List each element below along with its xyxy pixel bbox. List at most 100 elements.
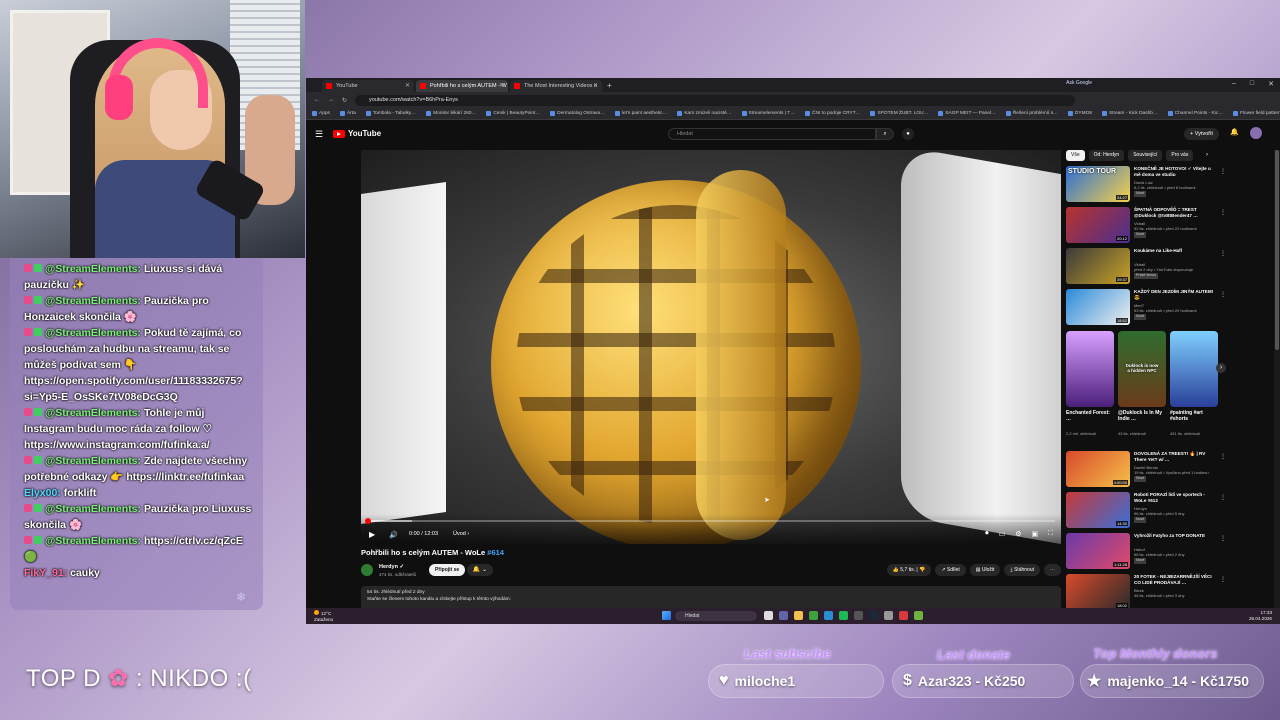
video-player[interactable]: ▶ 🔊 0:00 / 12:03 Úvod › ⏺ ▭ ⚙ ▣ ⛶ <box>361 150 1061 544</box>
chat-username[interactable]: Elyx00: <box>24 487 61 499</box>
back-icon[interactable]: ← <box>314 97 320 103</box>
teams-icon[interactable] <box>779 611 788 620</box>
short-thumbnail[interactable] <box>1066 331 1114 407</box>
video-thumbnail[interactable]: 18:02 <box>1066 574 1130 610</box>
edge-icon[interactable] <box>824 611 833 620</box>
video-thumbnail[interactable]: 20:12 <box>1066 207 1130 243</box>
subtitles-icon[interactable]: ▭ <box>999 530 1006 538</box>
browser-tab[interactable]: YouTube ✕ <box>322 80 414 92</box>
search-icon[interactable]: ⌕ <box>876 128 894 140</box>
bookmark-item[interactable]: DYMO8 <box>1067 111 1092 116</box>
chapter-button[interactable]: Úvod › <box>453 531 469 537</box>
play-icon[interactable]: ▶ <box>369 530 375 539</box>
recommended-video[interactable]: 14:30 Roboti PORAZÍ lidi ve sportech - Wo… <box>1066 490 1226 531</box>
scrollbar[interactable] <box>1274 150 1280 620</box>
reload-icon[interactable]: ↻ <box>342 97 347 104</box>
more-options-icon[interactable]: ⋮ <box>1220 453 1226 460</box>
bookmark-item[interactable]: let's paint aesthetic… <box>614 111 667 116</box>
menu-icon[interactable]: ☰ <box>315 129 323 140</box>
url-field[interactable]: youtube.com/watch?v=B6hPra-Enys <box>355 94 1076 106</box>
create-button[interactable]: + Vytvořit <box>1184 128 1219 140</box>
more-options-icon[interactable]: ⋮ <box>1220 535 1226 542</box>
subscribed-bell-button[interactable]: 🔔 ⌄ <box>467 564 493 576</box>
chrome-icon[interactable] <box>809 611 818 620</box>
steam-icon[interactable] <box>869 611 878 620</box>
tab-close-icon[interactable]: ✕ <box>593 80 598 92</box>
bookmark-item[interactable]: Stream - Kick Dashb… <box>1101 111 1158 116</box>
short-title[interactable]: Enchanted Forest: … <box>1066 410 1114 422</box>
video-title[interactable]: ŠPATNÁ ODPOVĚĎ = TREST @Duklock @tvBtBen… <box>1134 207 1218 219</box>
bookmark-item[interactable]: Channel Points - Kic… <box>1167 111 1223 116</box>
short-title[interactable]: #painting #art #shorts <box>1170 410 1218 422</box>
video-title[interactable]: DOVOLENÁ ZA TREEST! 🔥 | RV There Yet? w/… <box>1134 451 1218 463</box>
youtube-logo[interactable]: YouTube <box>333 129 381 138</box>
bookmark-item[interactable]: ČNI to podoje CRYT… <box>805 111 860 116</box>
bookmark-item[interactable]: SAGP MEIT — Panel… <box>938 111 996 116</box>
minimize-icon[interactable]: – <box>1232 80 1236 88</box>
bookmark-item[interactable]: Dermatolog Ostrava… <box>550 111 605 116</box>
explorer-icon[interactable] <box>794 611 803 620</box>
fullscreen-icon[interactable]: ⛶ <box>1048 530 1053 538</box>
close-icon[interactable]: ✕ <box>1268 80 1274 88</box>
chat-username[interactable]: @StreamElements: <box>45 407 141 419</box>
filter-chip[interactable]: Vše <box>1066 150 1085 161</box>
tab-close-icon[interactable]: ✕ <box>499 80 504 92</box>
short-thumbnail[interactable] <box>1170 331 1218 407</box>
channel-name[interactable]: Herdyn ✓ <box>379 564 404 570</box>
autoplay-icon[interactable]: ⏺ <box>985 530 989 538</box>
recommended-video[interactable]: 39:37 Koukáme na Like-Hafl Vidrail před 2 d… <box>1066 246 1226 287</box>
chat-username[interactable]: @StreamElements: <box>45 327 141 339</box>
video-title[interactable]: KONEČNĚ JE HOTOVO! ✓ Vítejte u mě doma v… <box>1134 166 1218 178</box>
video-title[interactable]: Vyhrožil Fatyho za TOP DONATE <box>1134 533 1218 539</box>
bookmark-item[interactable]: Cenik | BeautyPoint… <box>486 111 540 116</box>
mic-icon[interactable]: ● <box>902 128 914 140</box>
volume-icon[interactable]: 🔊 <box>389 531 398 539</box>
save-button[interactable]: ▤ Uložit <box>969 564 1001 576</box>
filter-chip[interactable]: Pro vás <box>1166 150 1194 161</box>
like-button[interactable]: 👍 5,7 tis. | 👎 <box>886 564 932 576</box>
video-thumbnail[interactable]: 14:30 <box>1066 492 1130 528</box>
new-tab-icon[interactable]: + <box>607 80 612 92</box>
more-options-icon[interactable]: ⋮ <box>1220 168 1226 175</box>
video-thumbnail[interactable]: 1:11:28 <box>1066 533 1130 569</box>
more-options-icon[interactable]: ⋮ <box>1220 576 1226 583</box>
ask-google-button[interactable]: Ask Google <box>1066 80 1092 87</box>
search-input[interactable]: Hledat <box>668 128 876 140</box>
video-thumbnail[interactable]: STUDIO TOUR 34:27 <box>1066 166 1130 202</box>
progress-bar[interactable] <box>365 518 1055 524</box>
more-options-icon[interactable]: ⋮ <box>1220 291 1226 298</box>
chat-username[interactable]: @StreamElements: <box>45 535 141 547</box>
chat-username[interactable]: FikY_91: <box>24 567 67 579</box>
browser-tab[interactable]: The Most Interesting Videos o ✕ <box>510 80 602 92</box>
video-title[interactable]: KAŽDÝ DEN JEZDÍM JINÝM AUTEM! 😎 <box>1134 289 1218 301</box>
avatar[interactable] <box>1250 127 1262 139</box>
recommended-video[interactable]: STUDIO TOUR 34:27 KONEČNĚ JE HOTOVO! ✓ Vít… <box>1066 164 1226 205</box>
forward-icon[interactable]: → <box>328 97 334 103</box>
bookmark-item[interactable]: Monitor lékárí 260… <box>426 111 476 116</box>
bookmark-item[interactable]: Streamelements | T… <box>741 111 795 116</box>
notification-bell-icon[interactable]: 🔔 <box>1230 128 1239 136</box>
short-title[interactable]: @Duklock Is In My Indie … <box>1118 410 1166 422</box>
bookmark-item[interactable]: Árta <box>339 111 356 116</box>
download-button[interactable]: ⤓ Stáhnout <box>1004 564 1040 576</box>
game-icon[interactable] <box>914 611 923 620</box>
join-button[interactable]: Připojit se <box>429 564 466 576</box>
video-title[interactable]: 20 FOTEK - NEJBIZARRNĚJŠÍ VĚCI CO LIDÉ P… <box>1134 574 1218 586</box>
more-actions-button[interactable]: ⋯ <box>1044 564 1061 576</box>
video-thumbnail[interactable]: 4:00:55 <box>1066 451 1130 487</box>
recommended-video[interactable]: 4:00:55 DOVOLENÁ ZA TREEST! 🔥 | RV There … <box>1066 449 1226 490</box>
miniplayer-icon[interactable]: ▣ <box>1031 530 1038 538</box>
recommended-video[interactable]: 1:11:28 Vyhrožil Fatyho za TOP DONATE Habo… <box>1066 531 1226 572</box>
recommended-video[interactable]: 20:12 ŠPATNÁ ODPOVĚĎ = TREST @Duklock @tv… <box>1066 205 1226 246</box>
browser-tab[interactable]: Pohřbili ho s celým AUTEM - W ✕ <box>416 80 508 92</box>
taskbar-search[interactable]: Hledat <box>675 611 757 621</box>
video-thumbnail[interactable]: 39:37 <box>1066 248 1130 284</box>
bookmark-item[interactable]: Tomboła - Tabulky… <box>365 111 416 116</box>
spotify-icon[interactable] <box>839 611 848 620</box>
filter-chip[interactable]: Od: Herdyn <box>1088 150 1125 161</box>
bookmark-item[interactable]: Apps <box>312 111 330 116</box>
settings-app-icon[interactable] <box>884 611 893 620</box>
settings-icon[interactable]: ⚙ <box>1015 530 1021 538</box>
video-title[interactable]: Roboti PORAZÍ lidi ve sportech - WoLe #6… <box>1134 492 1218 504</box>
video-title[interactable]: Koukáme na Like-Hafl <box>1134 248 1218 254</box>
